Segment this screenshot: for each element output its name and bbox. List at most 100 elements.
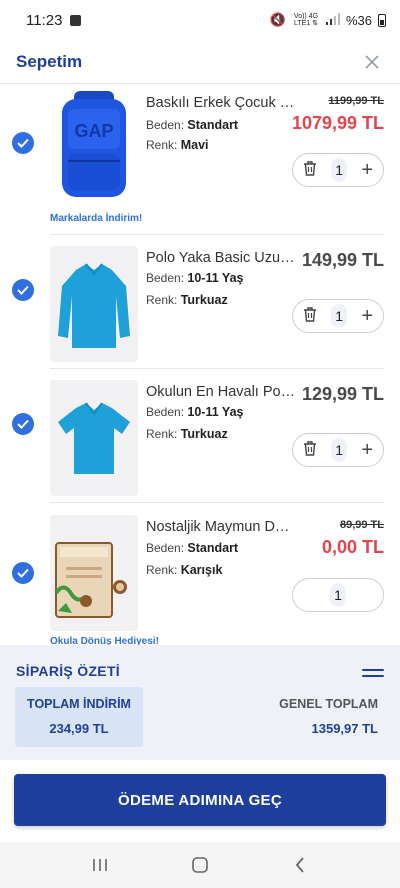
- menu-icon-line: [362, 675, 384, 677]
- recent-apps-icon: [93, 859, 107, 871]
- trash-icon: [304, 161, 316, 176]
- cart-list: GAP Baskılı Erkek Çocuk Sırt Çantası 119…: [0, 85, 400, 645]
- old-price: 89,99 TL: [339, 519, 384, 531]
- trash-icon: [304, 441, 316, 456]
- product-size: Beden: 10-11 Yaş: [146, 405, 243, 419]
- quantity-stepper: 1 +: [292, 153, 384, 187]
- page-title: Sepetim: [16, 51, 83, 71]
- product-size: Beden: Standart: [146, 541, 238, 555]
- cart-item: Polo Yaka Basic Uzun Kollu 149,99 TL Bed…: [0, 235, 400, 369]
- color-value: Mavi: [180, 138, 209, 152]
- network-indicator: Vo)) 4G LTE1 ⇅: [293, 13, 319, 27]
- product-color: Renk: Turkuaz: [146, 427, 228, 441]
- color-value: Karışık: [180, 563, 223, 577]
- quantity-value: 1: [331, 438, 348, 462]
- cart-item: Nostaljik Maymun Desenli 89,99 TL 0,00 T…: [0, 503, 400, 645]
- size-label: Beden:: [146, 405, 185, 419]
- product-color: Renk: Mavi: [146, 138, 209, 152]
- check-icon: [17, 138, 29, 148]
- color-label: Renk:: [146, 293, 178, 307]
- quantity-value: 1: [331, 158, 348, 182]
- cart-header: Sepetim: [0, 40, 400, 84]
- quantity-value: 1: [330, 583, 346, 607]
- recent-apps-button[interactable]: [88, 853, 112, 877]
- product-name[interactable]: Polo Yaka Basic Uzun Kollu: [146, 250, 296, 266]
- system-nav-bar: [0, 842, 400, 888]
- product-price: 1079,99 TL: [291, 113, 384, 133]
- discount-label: TOPLAM İNDİRİM: [27, 697, 131, 711]
- product-name[interactable]: Okulun En Havalı Polo Yaka: [146, 384, 296, 400]
- quantity-stepper: 1: [292, 578, 384, 612]
- delete-button[interactable]: [303, 306, 317, 326]
- size-label: Beden:: [146, 271, 185, 285]
- size-label: Beden:: [146, 541, 185, 555]
- check-icon: [17, 285, 29, 295]
- home-icon: [192, 857, 208, 873]
- battery-percent: %36: [345, 12, 372, 28]
- color-label: Renk:: [146, 427, 178, 441]
- product-size: Beden: Standart: [146, 118, 238, 132]
- quantity-stepper: 1 +: [292, 299, 384, 333]
- order-summary: SİPARİŞ ÖZETİ TOPLAM İNDİRİM 234,99 TL G…: [0, 645, 400, 760]
- checkout-button[interactable]: ÖDEME ADIMINA GEÇ: [14, 774, 386, 826]
- status-bar: 11:23 🔇 Vo)) 4G LTE1 ⇅ %36: [0, 0, 400, 40]
- summary-title: SİPARİŞ ÖZETİ: [16, 663, 120, 679]
- increase-button[interactable]: +: [361, 440, 373, 460]
- status-time: 11:23: [26, 11, 63, 29]
- size-value: 10-11 Yaş: [187, 405, 244, 419]
- quantity-stepper: 1 +: [292, 433, 384, 467]
- trash-icon: [304, 307, 316, 322]
- total-value: 1359,97 TL: [311, 721, 379, 736]
- delete-button[interactable]: [303, 160, 317, 180]
- promo-label: Okula Dönüş Hediyesi!: [50, 636, 159, 645]
- total-label: GENEL TOPLAM: [279, 697, 378, 711]
- back-button[interactable]: [288, 853, 312, 877]
- discount-box: TOPLAM İNDİRİM 234,99 TL: [15, 687, 143, 747]
- color-value: Turkuaz: [180, 427, 228, 441]
- old-price: 1199,99 TL: [328, 95, 384, 107]
- product-name[interactable]: Nostaljik Maymun Desenli: [146, 519, 296, 535]
- increase-button[interactable]: +: [361, 306, 373, 326]
- home-button[interactable]: [188, 853, 212, 877]
- svg-text:GAP: GAP: [74, 121, 113, 141]
- check-icon: [17, 568, 29, 578]
- discount-value: 234,99 TL: [49, 721, 109, 736]
- battery-icon: [378, 13, 386, 27]
- cart-item: GAP Baskılı Erkek Çocuk Sırt Çantası 119…: [0, 85, 400, 235]
- increase-button[interactable]: +: [361, 160, 373, 180]
- signal-icon: [325, 12, 340, 28]
- item-checkbox[interactable]: [12, 132, 34, 154]
- menu-icon: [362, 669, 384, 671]
- product-image[interactable]: [50, 380, 138, 496]
- color-label: Renk:: [146, 138, 178, 152]
- size-label: Beden:: [146, 118, 185, 132]
- item-checkbox[interactable]: [12, 413, 34, 435]
- summary-toggle[interactable]: [362, 669, 384, 679]
- size-value: Standart: [187, 541, 239, 555]
- product-name[interactable]: Baskılı Erkek Çocuk Sırt Çantası: [146, 95, 296, 111]
- quantity-value: 1: [331, 304, 348, 328]
- back-icon: [295, 857, 304, 873]
- size-value: Standart: [187, 118, 239, 132]
- close-icon: [365, 54, 379, 69]
- delete-button[interactable]: [303, 440, 317, 460]
- item-checkbox[interactable]: [12, 279, 34, 301]
- check-icon: [17, 419, 29, 429]
- product-color: Renk: Karışık: [146, 563, 222, 577]
- close-button[interactable]: [360, 50, 384, 74]
- mute-icon: 🔇: [269, 12, 286, 27]
- item-checkbox[interactable]: [12, 562, 34, 584]
- promo-label: Markalarda İndirim!: [50, 213, 143, 224]
- size-value: 10-11 Yaş: [187, 271, 244, 285]
- product-price: 129,99 TL: [301, 384, 384, 404]
- product-image[interactable]: [50, 246, 138, 362]
- color-value: Turkuaz: [180, 293, 228, 307]
- product-price: 0,00 TL: [321, 537, 384, 557]
- product-image[interactable]: GAP: [50, 88, 138, 204]
- cart-item: Okulun En Havalı Polo Yaka 129,99 TL Bed…: [0, 369, 400, 503]
- notification-icon: [70, 14, 82, 26]
- color-label: Renk:: [146, 563, 178, 577]
- product-image[interactable]: [50, 515, 138, 631]
- product-size: Beden: 10-11 Yaş: [146, 271, 243, 285]
- product-price: 149,99 TL: [301, 250, 384, 270]
